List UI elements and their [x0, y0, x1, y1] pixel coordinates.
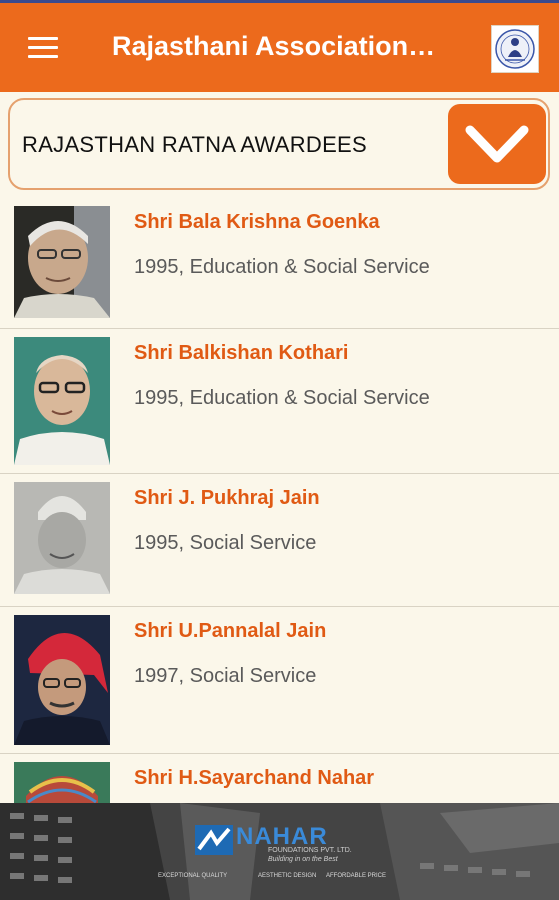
- awardee-detail: 1995, Education & Social Service: [134, 387, 430, 409]
- ad-banner[interactable]: NAHAR FOUNDATIONS PVT. LTD. Building in …: [0, 803, 559, 900]
- awardee-name: Shri Balkishan Kothari: [134, 342, 349, 364]
- association-logo[interactable]: [491, 25, 539, 73]
- ad-tagline: Building in on the Best: [268, 856, 338, 863]
- app-title: Rajasthani Association…: [112, 31, 436, 61]
- category-selected-label: RAJASTHAN RATNA AWARDEES: [22, 132, 367, 157]
- awardee-photo: [14, 206, 110, 318]
- ad-feature: AFFORDABLE PRICE: [326, 873, 387, 879]
- nahar-logo-icon: [195, 825, 233, 855]
- awardee-name: Shri U.Pannalal Jain: [134, 620, 327, 642]
- awardee-photo: [14, 337, 110, 465]
- awardee-list-item[interactable]: Shri U.Pannalal Jain 1997, Social Servic…: [0, 607, 559, 754]
- ad-feature: AESTHETIC DESIGN: [258, 873, 317, 879]
- ad-company: FOUNDATIONS PVT. LTD.: [268, 847, 352, 854]
- awardee-detail: 1995, Social Service: [134, 532, 317, 554]
- ad-feature: EXCEPTIONAL QUALITY: [158, 873, 228, 879]
- awardee-detail: 1997, Social Service: [134, 665, 317, 687]
- awardee-name: Shri H.Sayarchand Nahar: [134, 767, 375, 789]
- awardee-name: Shri Bala Krishna Goenka: [134, 211, 380, 233]
- hamburger-menu-icon[interactable]: [28, 37, 58, 59]
- awardee-photo: [14, 482, 110, 594]
- awardee-photo: [14, 615, 110, 745]
- awardee-list-item[interactable]: Shri Bala Krishna Goenka 1995, Education…: [0, 198, 559, 329]
- app-bar: Rajasthani Association…: [0, 0, 559, 92]
- dropdown-toggle-button[interactable]: [448, 104, 546, 184]
- awardee-list-item[interactable]: Shri J. Pukhraj Jain 1995, Social Servic…: [0, 474, 559, 607]
- awardee-list-item[interactable]: Shri Balkishan Kothari 1995, Education &…: [0, 329, 559, 474]
- awardee-name: Shri J. Pukhraj Jain: [134, 487, 320, 509]
- chevron-down-icon: [465, 125, 529, 163]
- awardee-list: Shri Bala Krishna Goenka 1995, Education…: [0, 198, 559, 834]
- awardee-detail: 1995, Education & Social Service: [134, 256, 430, 278]
- category-dropdown[interactable]: RAJASTHAN RATNA AWARDEES: [8, 98, 550, 190]
